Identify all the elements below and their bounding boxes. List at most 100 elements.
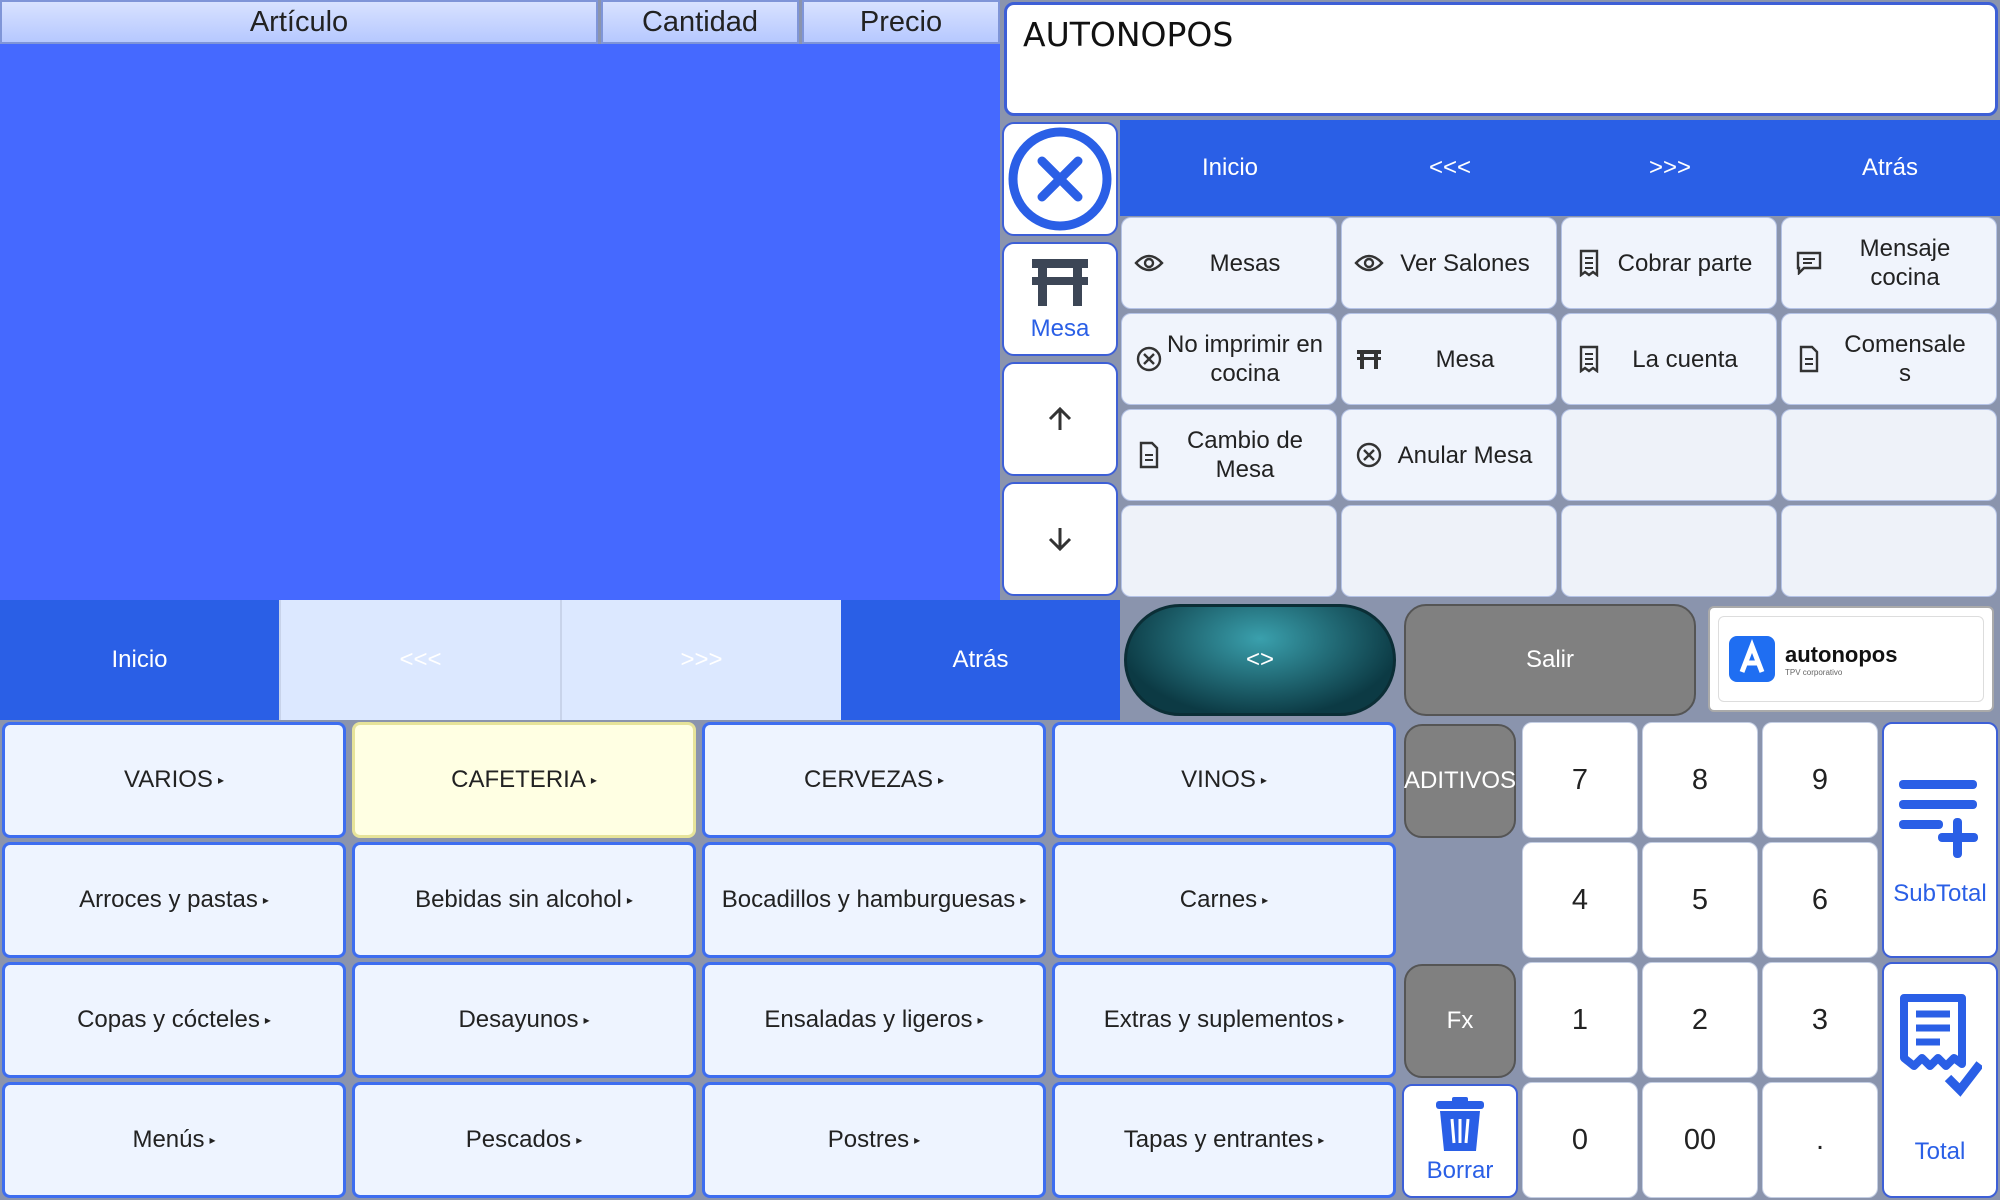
receipt-icon [1574,344,1604,374]
category-button[interactable]: Copas y cócteles ▸ [2,962,346,1078]
column-header-precio[interactable]: Precio [802,0,1000,44]
category-nav-atras[interactable]: Atrás [841,600,1120,720]
no-imprimir-button[interactable]: No imprimir en cocina [1121,313,1337,405]
category-button[interactable]: Menús ▸ [2,1082,346,1198]
subtotal-label: SubTotal [1893,880,1987,907]
mesa-button[interactable]: Mesa [1002,242,1118,356]
cancel-circle-icon [1354,440,1384,470]
keypad-key[interactable]: 3 [1762,962,1878,1078]
category-nav-prev[interactable]: <<< [279,600,560,720]
submenu-arrow-icon: ▸ [1338,1013,1345,1027]
submenu-arrow-icon: ▸ [576,1133,583,1147]
keypad-key[interactable]: 2 [1642,962,1758,1078]
nav-prev[interactable]: <<< [1340,120,1560,216]
cancel-button[interactable] [1002,122,1118,236]
keypad-key[interactable]: 9 [1762,722,1878,838]
anular-mesa-button[interactable]: Anular Mesa [1341,409,1557,501]
scroll-down-button[interactable] [1002,482,1118,596]
keypad-key[interactable]: 8 [1642,722,1758,838]
submenu-arrow-icon: ▸ [626,893,633,907]
nav-atras[interactable]: Atrás [1780,120,2000,216]
category-label: Copas y cócteles [77,1006,260,1033]
toggle-button[interactable]: <> [1124,604,1396,716]
category-button[interactable]: Ensaladas y ligeros ▸ [702,962,1046,1078]
keypad-key[interactable]: 4 [1522,842,1638,958]
category-label: Bocadillos y hamburguesas [721,886,1016,913]
keypad-key[interactable]: 5 [1642,842,1758,958]
cambio-mesa-label: Cambio de Mesa [1186,427,1304,483]
category-label: VINOS [1181,766,1256,793]
empty-function-slot[interactable] [1781,409,1997,501]
category-button[interactable]: Pescados ▸ [352,1082,696,1198]
submenu-arrow-icon: ▸ [583,1013,590,1027]
submenu-arrow-icon: ▸ [937,773,944,787]
cobrar-parte-button[interactable]: Cobrar parte [1561,217,1777,309]
category-button[interactable]: Bebidas sin alcohol ▸ [352,842,696,958]
category-button[interactable]: VARIOS ▸ [2,722,346,838]
mesas-button[interactable]: Mesas [1121,217,1337,309]
nav-next[interactable]: >>> [1560,120,1780,216]
category-label: CAFETERIA [451,766,586,793]
receipt-icon [1574,248,1604,278]
cambio-mesa-button[interactable]: Cambio de Mesa [1121,409,1337,501]
cobrar-parte-label: Cobrar parte [1617,249,1753,277]
ver-salones-label: Ver Salones [1400,249,1530,277]
column-header-articulo[interactable]: Artículo [0,0,598,44]
mesa-function-button[interactable]: Mesa [1341,313,1557,405]
keypad-key[interactable]: 0 [1522,1082,1638,1198]
keypad-key[interactable]: 1 [1522,962,1638,1078]
scroll-up-button[interactable] [1002,362,1118,476]
order-list[interactable] [0,44,1000,600]
submenu-arrow-icon: ▸ [217,773,224,787]
logo-name: autonopos [1785,641,1898,667]
category-button[interactable]: Tapas y entrantes ▸ [1052,1082,1396,1198]
category-button[interactable]: Bocadillos y hamburguesas ▸ [702,842,1046,958]
submenu-arrow-icon: ▸ [262,893,269,907]
empty-function-slot[interactable] [1561,505,1777,597]
submenu-arrow-icon: ▸ [914,1133,921,1147]
la-cuenta-label: La cuenta [1632,345,1738,373]
category-nav-next[interactable]: >>> [560,600,841,720]
column-header-cantidad[interactable]: Cantidad [601,0,799,44]
keypad-key[interactable]: . [1762,1082,1878,1198]
total-label: Total [1914,1138,1966,1165]
total-button[interactable]: Total [1882,962,1998,1198]
category-label: Tapas y entrantes [1123,1126,1314,1153]
comensales-button[interactable]: Comensale s [1781,313,1997,405]
keypad-key[interactable]: 7 [1522,722,1638,838]
salir-button[interactable]: Salir [1404,604,1696,716]
fx-button[interactable]: Fx [1404,964,1516,1078]
empty-function-slot[interactable] [1561,409,1777,501]
nav-inicio[interactable]: Inicio [1120,120,1340,216]
category-button[interactable]: Carnes ▸ [1052,842,1396,958]
table-icon [1032,259,1088,306]
comensales-label: Comensale s [1844,331,1966,387]
keypad-key[interactable]: 00 [1642,1082,1758,1198]
subtotal-button[interactable]: SubTotal [1882,722,1998,958]
category-button[interactable]: VINOS ▸ [1052,722,1396,838]
empty-function-slot[interactable] [1341,505,1557,597]
category-label: CERVEZAS [804,766,933,793]
category-label: Carnes [1179,886,1258,913]
la-cuenta-button[interactable]: La cuenta [1561,313,1777,405]
mesa-function-label: Mesa [1435,345,1495,373]
aditivos-button[interactable]: ADITIVOS [1404,724,1516,838]
category-nav-inicio[interactable]: Inicio [0,600,279,720]
category-button[interactable]: Desayunos ▸ [352,962,696,1078]
category-label: Bebidas sin alcohol [415,886,622,913]
receipt-check-icon [1900,994,1982,1097]
keypad-key[interactable]: 6 [1762,842,1878,958]
mensaje-cocina-button[interactable]: Mensaje cocina [1781,217,1997,309]
borrar-button[interactable]: Borrar [1402,1084,1518,1198]
category-button[interactable]: CAFETERIA ▸ [352,722,696,838]
category-button[interactable]: Extras y suplementos ▸ [1052,962,1396,1078]
ver-salones-button[interactable]: Ver Salones [1341,217,1557,309]
category-button[interactable]: Postres ▸ [702,1082,1046,1198]
category-button[interactable]: Arroces y pastas ▸ [2,842,346,958]
function-nav-bar: Inicio <<< >>> Atrás [1120,120,2000,216]
category-nav-bar: Inicio <<< >>> Atrás [0,600,1120,720]
category-button[interactable]: CERVEZAS ▸ [702,722,1046,838]
category-label: Postres [827,1126,910,1153]
empty-function-slot[interactable] [1121,505,1337,597]
empty-function-slot[interactable] [1781,505,1997,597]
